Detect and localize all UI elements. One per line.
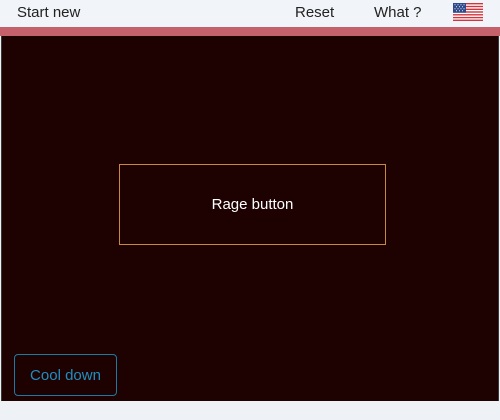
- us-flag-icon[interactable]: [453, 3, 483, 21]
- start-new-link[interactable]: Start new: [17, 4, 80, 22]
- reset-link[interactable]: Reset: [295, 4, 334, 22]
- game-area: Rage button Cool down: [1, 36, 499, 401]
- top-navigation-bar: Start new Reset What ?: [0, 0, 500, 27]
- what-help-link[interactable]: What ?: [374, 4, 422, 22]
- rage-button[interactable]: Rage button: [119, 164, 386, 245]
- accent-strip: [0, 27, 500, 36]
- footer-strip: [0, 401, 500, 420]
- cool-down-button[interactable]: Cool down: [14, 354, 117, 396]
